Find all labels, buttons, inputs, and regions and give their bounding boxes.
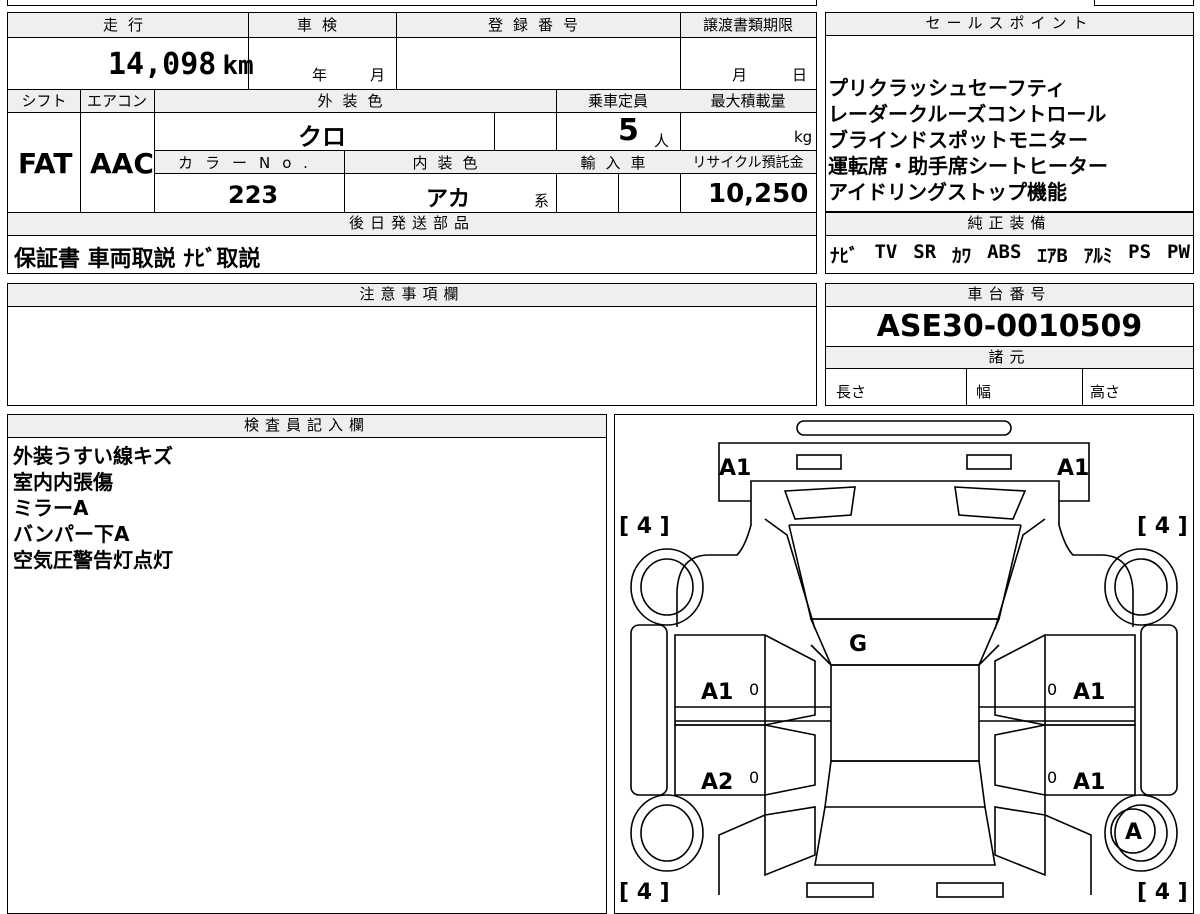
equipment-item: ABS: [987, 241, 1022, 263]
chassis-number: ASE30-0010509: [876, 309, 1143, 344]
sales-point-item: アイドリングストップ機能: [828, 180, 1067, 204]
notes-section: 注意事項欄: [7, 283, 817, 406]
aircon-header: エアコン: [86, 92, 147, 110]
equipment-item: ｱﾙﾐ: [1083, 245, 1113, 267]
tire-rear-right-mark: [ 4 ]: [1137, 880, 1188, 905]
inspector-header: 検査員記入欄: [8, 415, 606, 438]
sales-points-section: セールスポイント プリクラッシュセーフティ レーダークルーズコントロール ブライ…: [825, 12, 1194, 212]
sales-points-list: プリクラッシュセーフティ レーダークルーズコントロール ブラインドスポットモニタ…: [828, 75, 1108, 205]
front-door-right-mark: A1: [1073, 680, 1105, 705]
mileage-header: 走行: [102, 16, 153, 34]
rear-door-left-mark: A2: [701, 770, 733, 795]
equipment-list: ﾅﾋﾞ TV SR ｶﾜ ABS ｴｱB ｱﾙﾐ PS PW: [830, 241, 1190, 268]
rear-wheel-right-mark: A: [1125, 820, 1142, 845]
front-left-mark: A1: [719, 456, 751, 481]
chassis-header: 車台番号: [826, 284, 1193, 307]
summary-table: 走行 車検 登録番号 譲渡書類期限 14,098 km 年 月 月 日 シフト エ…: [7, 12, 817, 236]
equipment-item: PW: [1167, 241, 1190, 263]
max-load-header: 最大積載量: [710, 92, 786, 110]
sales-point-item: プリクラッシュセーフティ: [828, 76, 1066, 100]
deadline-month-unit: 月: [732, 66, 748, 84]
windshield-mark: G: [849, 632, 867, 657]
rear-door-right-mark: A1: [1073, 770, 1105, 795]
max-load-unit: kg: [794, 128, 813, 146]
sales-point-item: 運転席・助手席シートヒーター: [828, 154, 1108, 178]
door-left-rear-small-mark: 0: [749, 768, 759, 787]
interior-color-value: アカ: [426, 187, 471, 212]
inspector-line: ミラーA: [13, 496, 89, 520]
notes-header: 注意事項欄: [8, 284, 816, 307]
equipment-item: ｴｱB: [1037, 245, 1068, 267]
equipment-item: ﾅﾋﾞ: [830, 245, 859, 267]
door-right-rear-small-mark: 0: [1047, 768, 1057, 787]
inspector-section: 検査員記入欄 外装うすい線キズ 室内内張傷 ミラーA バンパー下A 空気圧警告灯…: [7, 414, 607, 914]
inspector-line: 外装うすい線キズ: [13, 444, 173, 468]
door-right-front-small-mark: 0: [1047, 680, 1057, 699]
aircon-value: AAC: [90, 147, 154, 180]
front-right-mark: A1: [1057, 456, 1089, 481]
equipment-item: PS: [1128, 241, 1152, 263]
exterior-color-header: 外装色: [317, 92, 393, 110]
car-diagram-section: [ 4 ] [ 4 ] [ 4 ] [ 4 ] A1 A1 G A1 A1 A2…: [614, 414, 1194, 914]
equipment-item: TV: [874, 241, 898, 263]
capacity-header: 乗車定員: [587, 92, 648, 110]
sales-point-item: レーダークルーズコントロール: [828, 102, 1107, 126]
equipment-section: 純正装備 ﾅﾋﾞ TV SR ｶﾜ ABS ｴｱB ｱﾙﾐ PS PW: [825, 212, 1194, 274]
sales-point-item: ブラインドスポットモニター: [828, 128, 1088, 152]
inspector-line: バンパー下A: [13, 522, 130, 546]
later-parts-value: 保証書 車両取説 ﾅﾋﾞ取説: [14, 247, 261, 272]
inspection-header: 車検: [296, 16, 347, 34]
mileage-value: 14,098 km: [108, 47, 254, 82]
shift-value: FAT: [18, 147, 73, 180]
sales-points-header: セールスポイント: [826, 13, 1193, 36]
width-label: 幅: [976, 383, 992, 401]
door-left-front-small-mark: 0: [749, 680, 759, 699]
chassis-section: 車台番号 ASE30-0010509 諸元 長さ 幅 高さ: [825, 283, 1194, 406]
top-cropped-right: [1094, 0, 1194, 6]
equipment-header: 純正装備: [826, 213, 1193, 236]
deadline-header: 譲渡書類期限: [702, 16, 793, 34]
inspection-year-unit: 年: [312, 66, 328, 84]
equipment-item: ｶﾜ: [952, 245, 972, 267]
capacity-unit: 人: [654, 132, 670, 150]
length-label: 長さ: [836, 383, 867, 401]
recycle-header: リサイクル預託金: [692, 155, 804, 171]
deadline-day-unit: 日: [792, 66, 808, 84]
capacity-value: 5: [618, 113, 639, 148]
tire-rear-left-mark: [ 4 ]: [619, 880, 670, 905]
inspector-line: 室内内張傷: [13, 470, 113, 494]
later-parts-section: 後日発送部品 保証書 車両取説 ﾅﾋﾞ取説: [7, 212, 817, 274]
interior-color-header: 内装色: [412, 154, 488, 172]
height-label: 高さ: [1090, 383, 1121, 401]
inspection-month-unit: 月: [370, 66, 386, 84]
top-cropped-row: [7, 0, 817, 6]
specs-header: 諸元: [826, 347, 1193, 369]
color-no-value: 223: [228, 181, 279, 209]
tire-front-left-mark: [ 4 ]: [619, 514, 670, 539]
tire-front-right-mark: [ 4 ]: [1137, 514, 1188, 539]
front-door-left-mark: A1: [701, 680, 733, 705]
inspector-line: 空気圧警告灯点灯: [13, 548, 173, 572]
import-car-header: 輸入車: [580, 154, 656, 172]
color-no-header: カラーNo.: [178, 154, 320, 172]
exterior-color-value: クロ: [298, 123, 346, 151]
equipment-item: SR: [913, 241, 937, 263]
car-diagram: [ 4 ] [ 4 ] [ 4 ] [ 4 ] A1 A1 G A1 A1 A2…: [619, 420, 1188, 905]
interior-color-suffix: 系: [534, 192, 550, 210]
later-parts-header: 後日発送部品: [8, 213, 816, 236]
registration-header: 登録番号: [487, 16, 588, 34]
inspector-notes: 外装うすい線キズ 室内内張傷 ミラーA バンパー下A 空気圧警告灯点灯: [13, 443, 173, 573]
shift-header: シフト: [21, 92, 67, 110]
